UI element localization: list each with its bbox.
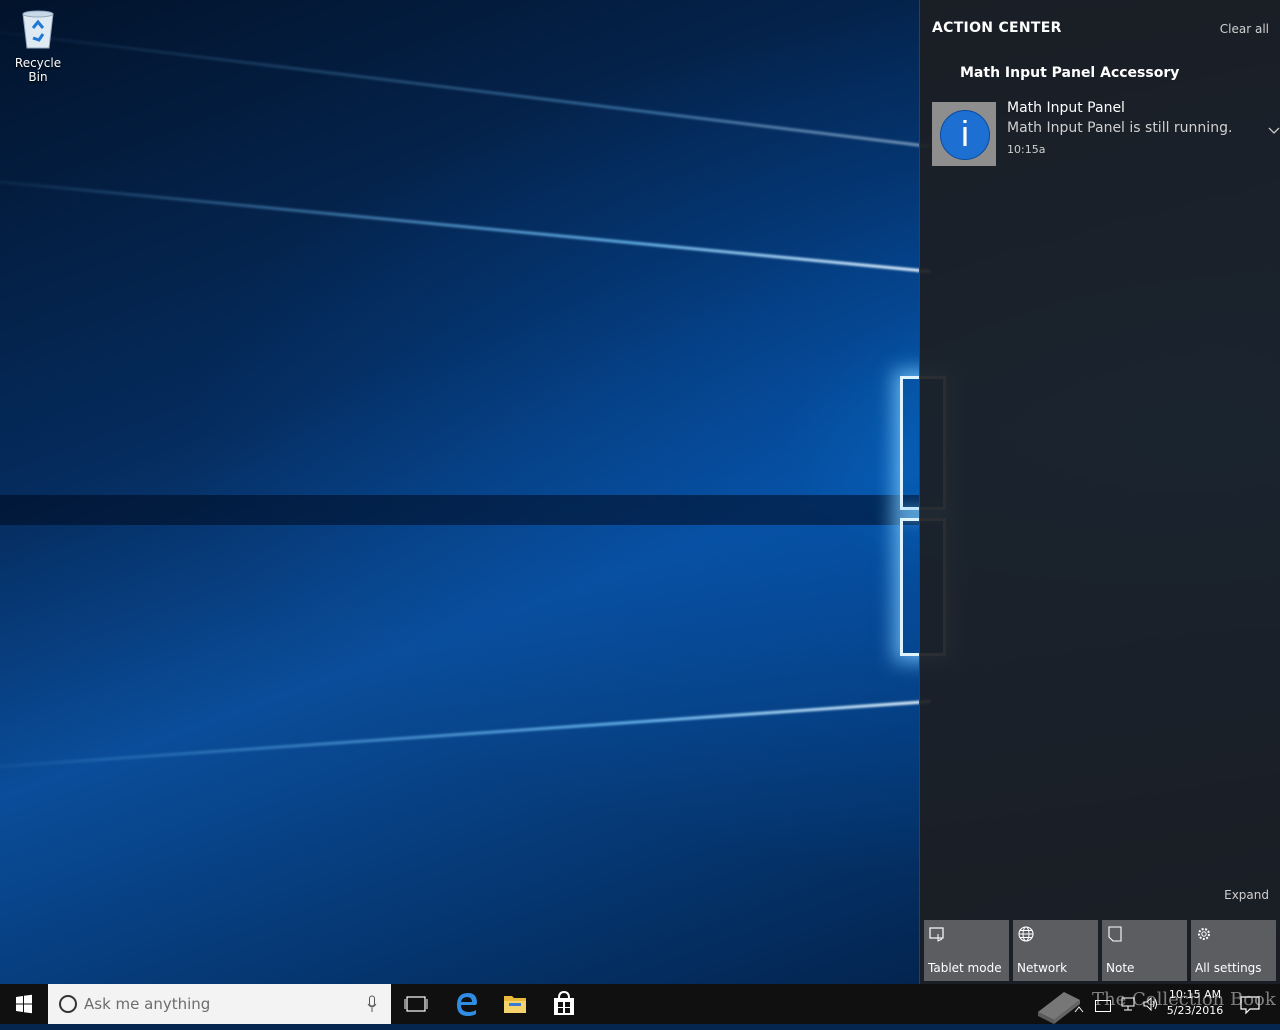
notification-app-icon: i: [932, 102, 996, 166]
action-center-panel: ACTION CENTER Clear all Math Input Panel…: [919, 0, 1280, 984]
quick-action-label: Network: [1017, 961, 1068, 975]
note-icon: [1107, 926, 1123, 942]
quick-action-label: Note: [1106, 961, 1135, 975]
task-view-icon: [404, 996, 428, 1012]
expand-quick-actions-link[interactable]: Expand: [1224, 888, 1269, 902]
book-icon: [1038, 992, 1080, 1024]
cortana-icon: [59, 995, 77, 1013]
quick-action-label: Tablet mode: [928, 961, 1002, 975]
store-button[interactable]: [540, 984, 588, 1024]
wallpaper-shadow-band: [0, 495, 920, 525]
clear-all-link[interactable]: Clear all: [1220, 22, 1269, 36]
store-icon: [554, 990, 574, 1015]
task-view-button[interactable]: [392, 984, 440, 1024]
tablet-mode-icon: [929, 926, 945, 942]
info-icon: i: [940, 110, 990, 160]
desktop-icon-recycle-bin[interactable]: Recycle Bin: [4, 8, 72, 84]
wallpaper-light-beam: [0, 176, 931, 273]
wallpaper-light-beam: [0, 700, 931, 772]
quick-action-note[interactable]: Note: [1102, 920, 1187, 981]
cortana-search-box[interactable]: Ask me anything: [48, 984, 391, 1024]
watermark: The Collection Book: [1030, 982, 1280, 1026]
notification-group-title: Math Input Panel Accessory: [960, 65, 1180, 81]
microphone-icon[interactable]: [367, 995, 377, 1013]
wallpaper-light-beam: [0, 25, 931, 148]
notification-body: Math Input Panel is still running.: [1007, 120, 1233, 136]
file-explorer-button[interactable]: [491, 984, 539, 1024]
notification-card[interactable]: i Math Input Panel Math Input Panel is s…: [932, 100, 1280, 170]
watermark-text: The Collection Book: [1092, 989, 1276, 1010]
gear-icon: [1196, 926, 1212, 942]
windows-logo-icon: [16, 994, 32, 1014]
chevron-down-icon[interactable]: [1268, 120, 1280, 134]
file-explorer-icon: [504, 996, 526, 1013]
quick-action-label: All settings: [1195, 961, 1262, 975]
start-button[interactable]: [0, 984, 48, 1024]
edge-icon: [457, 993, 477, 1016]
action-center-title: ACTION CENTER: [932, 20, 1062, 36]
globe-icon: [1018, 926, 1034, 942]
quick-action-all-settings[interactable]: All settings: [1191, 920, 1276, 981]
quick-action-network[interactable]: Network: [1013, 920, 1098, 981]
notification-time: 10:15a: [1007, 143, 1046, 156]
edge-button[interactable]: [443, 984, 491, 1024]
recycle-bin-icon: [19, 8, 57, 50]
notification-title: Math Input Panel: [1007, 100, 1125, 116]
search-placeholder: Ask me anything: [84, 995, 211, 1013]
desktop-icon-label: Recycle Bin: [14, 56, 62, 84]
quick-action-tablet-mode[interactable]: Tablet mode: [924, 920, 1009, 981]
